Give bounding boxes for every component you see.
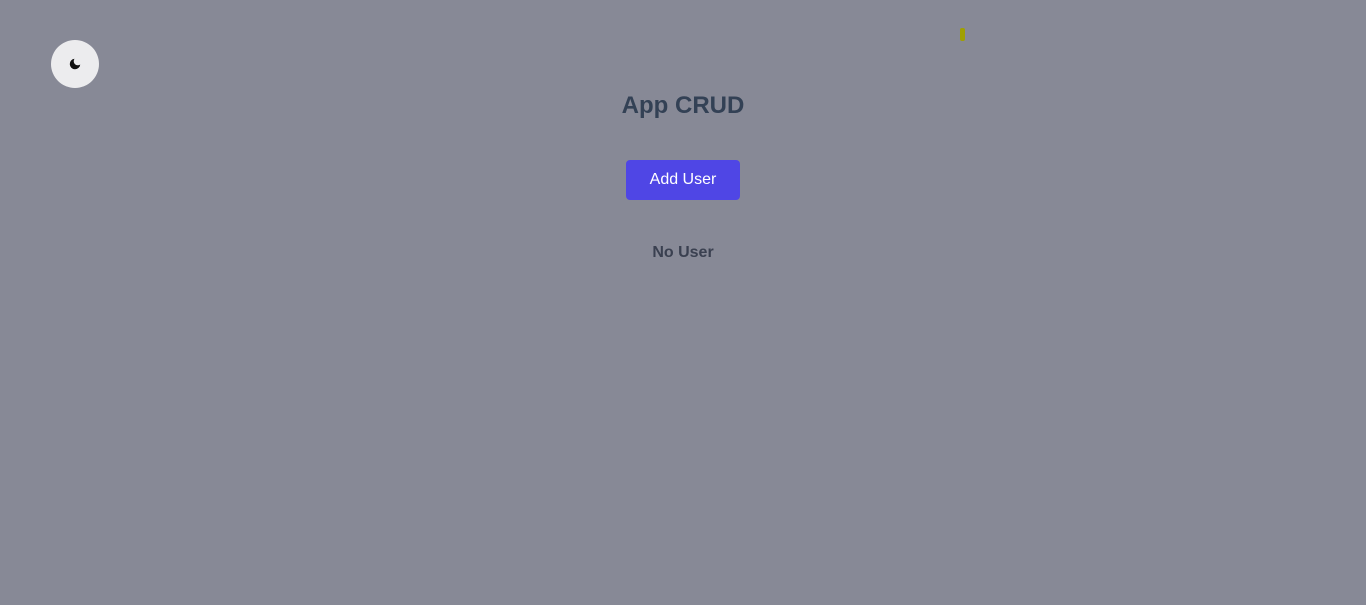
add-user-button[interactable]: Add User xyxy=(626,160,740,200)
theme-toggle-button[interactable] xyxy=(51,40,99,88)
moon-icon xyxy=(68,57,82,71)
empty-state-text: No User xyxy=(652,244,714,261)
yellow-marker xyxy=(960,28,965,41)
page-title: App CRUD xyxy=(621,92,745,119)
